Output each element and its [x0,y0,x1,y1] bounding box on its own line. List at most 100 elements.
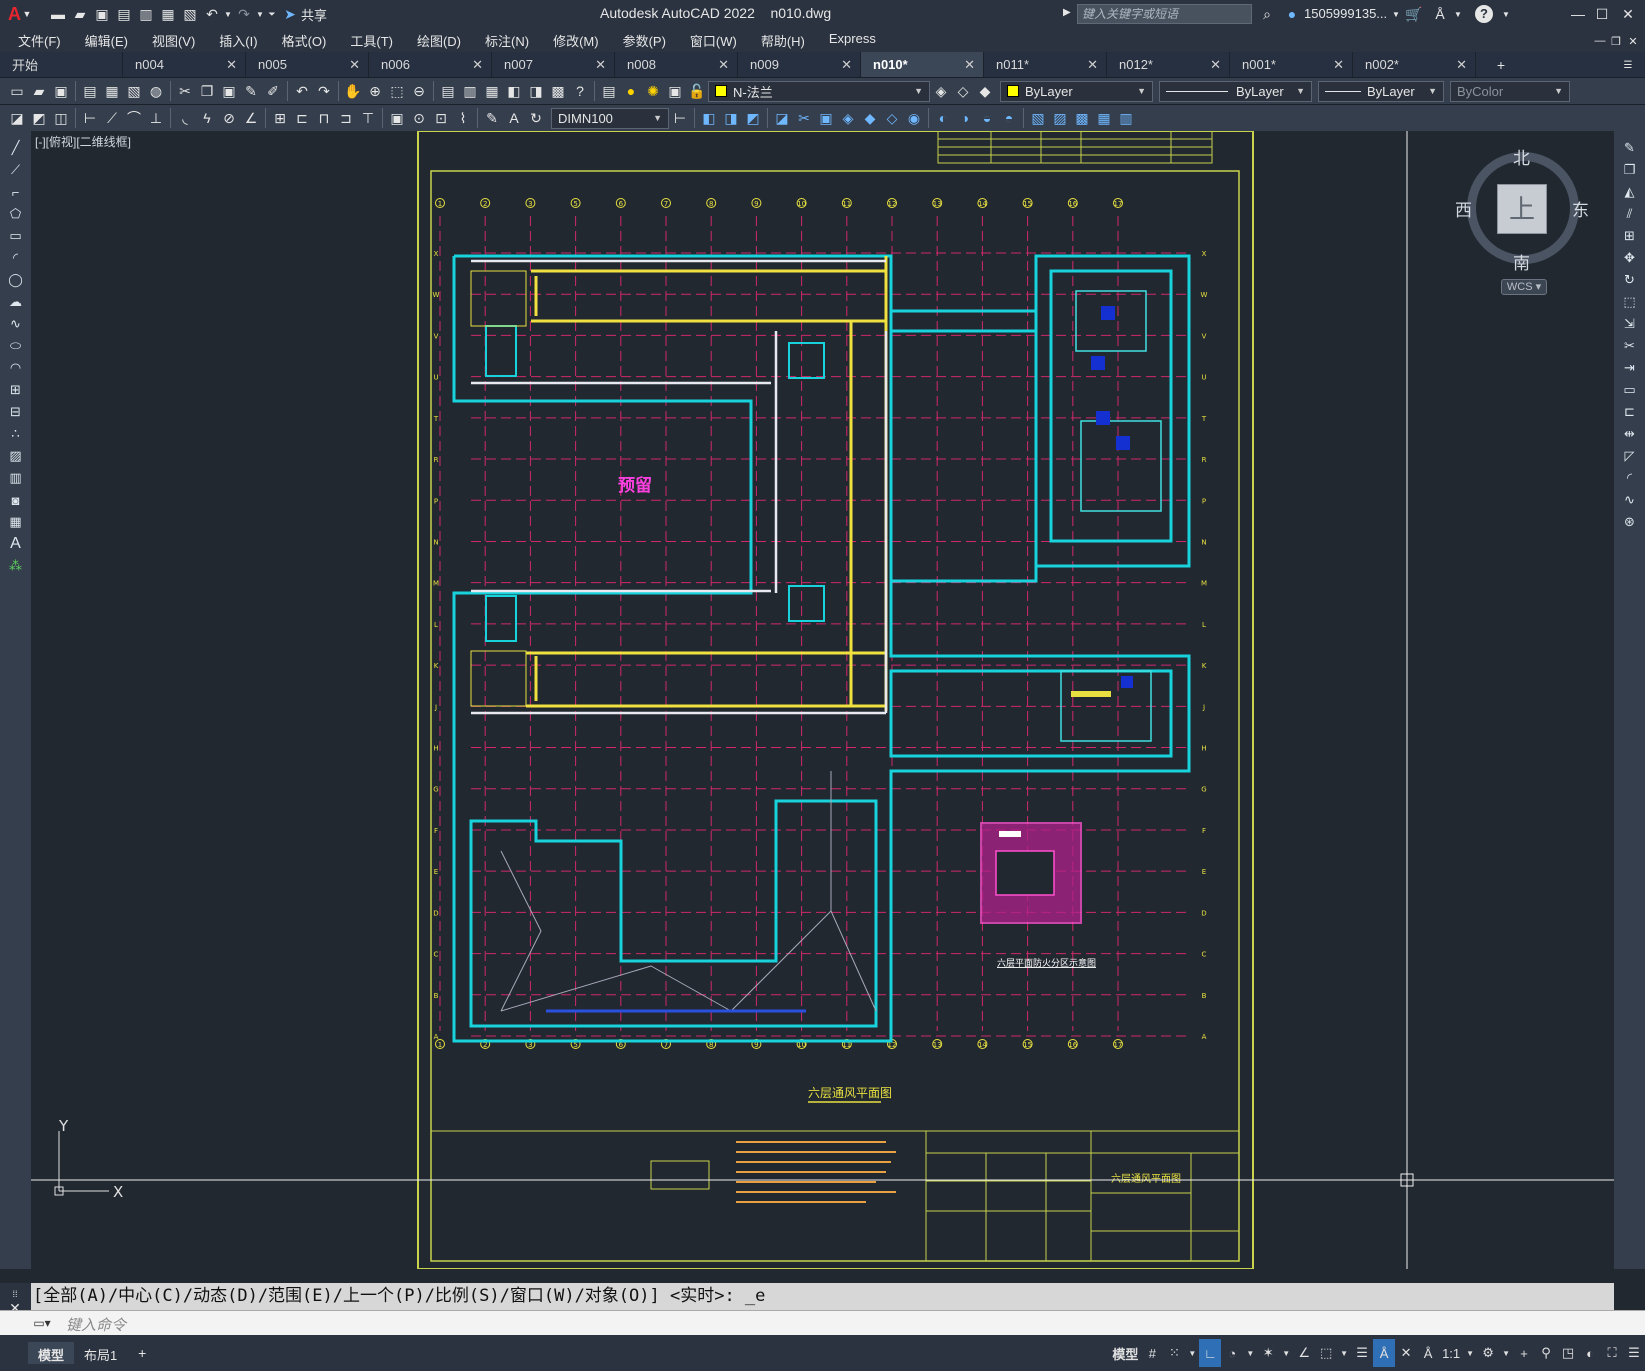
file-tab[interactable]: n010* ✕ [861,52,984,77]
qnew-icon[interactable]: ▭ [6,80,28,102]
redo-tb-icon[interactable]: ↷ [313,80,335,102]
hatch-icon[interactable]: ▨ [0,445,31,467]
text-front-icon[interactable]: ◩ [28,107,50,129]
save-as-icon[interactable]: ▤ [113,3,135,25]
tab-close-icon[interactable]: ✕ [226,57,237,73]
menu-item[interactable]: 参数(P) [611,31,678,50]
file-tab[interactable]: n009 ✕ [738,52,861,77]
viewcube-top-face[interactable]: 上 [1497,184,1547,234]
zoom-realtime-icon[interactable]: ⊕ [364,80,386,102]
rectangle-icon[interactable]: ▭ [0,225,31,247]
zoom-window-icon[interactable]: ⬚ [386,80,408,102]
xref-discard-icon[interactable]: ◉ [903,107,925,129]
break-icon[interactable]: ⊏ [1614,401,1645,423]
file-tab[interactable]: n011* ✕ [984,52,1107,77]
isolate-objects-icon[interactable]: ◐ [1579,1339,1601,1367]
wcs-menu[interactable]: WCS ▾ [1501,279,1547,295]
close-icon[interactable]: ✕ [1617,3,1639,25]
lineweight-icon[interactable]: ☰ [1351,1339,1373,1367]
web-save-icon[interactable]: ▦ [157,3,179,25]
tab-close-icon[interactable]: ✕ [1456,57,1467,73]
tab-close-icon[interactable]: ✕ [349,57,360,73]
file-tab[interactable]: n007 ✕ [492,52,615,77]
plot-icon[interactable]: ▧ [179,3,201,25]
polar-dropdown-icon[interactable]: ▼ [1243,1339,1257,1367]
fillet-icon[interactable]: ◜ [1614,467,1645,489]
dim-aligned-icon[interactable]: ⟋ [101,107,123,129]
break-point-icon[interactable]: ▭ [1614,379,1645,401]
color-dropdown[interactable]: ByLayer ▼ [1000,80,1153,102]
block-write-icon[interactable]: ◩ [742,107,764,129]
redo-dropdown-icon[interactable]: ▼ [255,3,265,25]
tolerance-icon[interactable]: ▣ [386,107,408,129]
menu-item[interactable]: 插入(I) [207,31,269,50]
menu-item[interactable]: 格式(O) [270,31,339,50]
ortho-icon[interactable]: ∟ [1199,1339,1222,1367]
menu-item[interactable]: 视图(V) [140,31,207,50]
file-tab[interactable]: n008 ✕ [615,52,738,77]
layer-previous-icon[interactable]: ◇ [952,80,974,102]
layer-state-icon[interactable]: ◆ [974,80,996,102]
customize-qat-icon[interactable]: ⏷ [265,3,279,25]
join-icon[interactable]: ⇹ [1614,423,1645,445]
compass-west[interactable]: 西 [1455,196,1472,221]
help-tb-icon[interactable]: ? [569,80,591,102]
tab-close-icon[interactable]: ✕ [1333,57,1344,73]
new-file-icon[interactable]: ▬ [47,3,69,25]
make-block-icon[interactable]: ⊟ [0,401,31,423]
insert-block-icon[interactable]: ⊞ [0,379,31,401]
save-icon[interactable]: ▣ [91,3,113,25]
xref-clip-icon[interactable]: ✂ [793,107,815,129]
dim-diameter-icon[interactable]: ⊘ [218,107,240,129]
block-create-icon[interactable]: ◨ [720,107,742,129]
design-center-icon[interactable]: ▥ [459,80,481,102]
scale-value[interactable]: 1:1 [1439,1339,1463,1367]
ellipse-icon[interactable]: ⬭ [0,335,31,357]
quickcalc-icon[interactable]: ▩ [547,80,569,102]
print-preview-icon[interactable]: ▦ [101,80,123,102]
help-dropdown-icon[interactable]: ▼ [1495,3,1517,25]
layer-on-icon[interactable]: ● [620,80,642,102]
blend-icon[interactable]: ∿ [1614,489,1645,511]
dim-radius-icon[interactable]: ◟ [174,107,196,129]
menu-item[interactable]: 绘图(D) [405,31,473,50]
menu-item[interactable]: 帮助(H) [749,31,817,50]
tab-close-icon[interactable]: ✕ [841,57,852,73]
redo-icon[interactable]: ↷ [233,3,255,25]
scale-icon[interactable]: ⬚ [1614,291,1645,313]
image-adjust-icon[interactable]: ▩ [1071,107,1093,129]
share-icon[interactable]: ➤ [279,3,301,25]
command-prompt-icon[interactable]: ▭▾ [31,1312,53,1334]
dim-linear-icon[interactable]: ⊢ [79,107,101,129]
drawing-canvas[interactable]: [-][俯视][二维线框] 1 1 2 2 3 3 5 5 6 6 7 7 8 8 9 9 10 10 11 11 12… [31,131,1614,1269]
maximize-icon[interactable]: ☐ [1591,3,1613,25]
layer-lock-icon[interactable]: 🔓 [686,80,708,102]
point-icon[interactable]: ∴ [0,423,31,445]
app-logo-icon[interactable]: A [8,4,21,25]
tool-palettes-icon[interactable]: ▦ [481,80,503,102]
layout-tab-model[interactable]: 模型 [28,1342,75,1364]
chamfer-icon[interactable]: ◸ [1614,445,1645,467]
osnap-icon[interactable]: ⬚ [1315,1339,1337,1367]
table-icon[interactable]: ▦ [0,511,31,533]
compass-south[interactable]: 南 [1513,249,1530,274]
dim-angular-icon[interactable]: ∠ [240,107,262,129]
markup-icon[interactable]: ◨ [525,80,547,102]
offset-icon[interactable]: ⫽ [1614,203,1645,225]
dim-arc-icon[interactable]: ⌒ [123,107,145,129]
command-input[interactable]: 键入命令 [66,1314,126,1335]
file-tab[interactable]: n005 ✕ [246,52,369,77]
tab-close-icon[interactable]: ✕ [1210,57,1221,73]
add-layout-icon[interactable]: + [131,1342,153,1364]
arc-icon[interactable]: ◜ [0,247,31,269]
polar-icon[interactable]: ◔ [1221,1339,1243,1367]
make-current-layer-icon[interactable]: ◈ [930,80,952,102]
stretch-icon[interactable]: ⇲ [1614,313,1645,335]
publish-icon-2[interactable]: ▧ [123,80,145,102]
attedit-icon[interactable]: ◑ [954,107,976,129]
qsave-icon[interactable]: ▣ [50,80,72,102]
open-file-icon[interactable]: ▰ [69,3,91,25]
center-mark-icon[interactable]: ⊙ [408,107,430,129]
array-icon[interactable]: ⊞ [1614,225,1645,247]
doc-close-icon[interactable]: ✕ [1622,30,1644,52]
